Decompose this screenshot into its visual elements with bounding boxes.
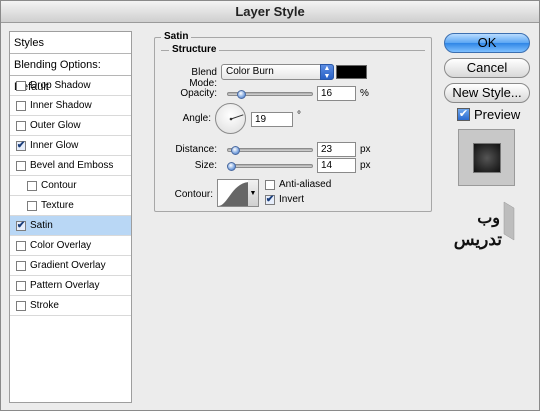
distance-slider-thumb[interactable] — [230, 146, 240, 155]
contour-curve-icon — [218, 182, 248, 206]
preview-swatch — [473, 143, 501, 173]
angle-dial[interactable] — [215, 103, 246, 134]
style-item-checkbox[interactable] — [16, 120, 26, 131]
anti-aliased-option[interactable]: Anti-aliased — [265, 179, 331, 190]
style-item-checkbox[interactable] — [27, 200, 37, 211]
style-item[interactable]: Stroke — [10, 296, 131, 316]
blend-mode-label: Blend Mode: — [189, 67, 217, 89]
distance-field[interactable]: 23 — [317, 142, 356, 157]
new-style-button[interactable]: New Style... — [444, 83, 530, 103]
watermark-logo: وب تدریس — [452, 198, 516, 254]
styles-list: Drop Shadow Inner Shadow Outer Glow ✔ Inner … — [10, 76, 131, 316]
styles-header[interactable]: Styles — [10, 32, 131, 54]
angle-dial-indicator — [229, 114, 244, 121]
style-item-checkbox[interactable] — [16, 260, 26, 271]
style-item-label: Drop Shadow — [30, 79, 91, 91]
style-item-label: Gradient Overlay — [30, 259, 106, 271]
opacity-slider-thumb[interactable] — [236, 90, 246, 99]
style-item[interactable]: ✔ Satin — [10, 216, 131, 236]
size-label: Size: — [194, 160, 217, 171]
preview-option[interactable]: ✔ Preview — [457, 107, 520, 122]
contour-dropdown-arrow[interactable]: ▼ — [248, 179, 259, 207]
opacity-unit: % — [360, 88, 369, 99]
size-slider-track[interactable] — [227, 164, 313, 168]
layer-style-dialog: Layer Style Styles Blending Options: Def… — [0, 0, 540, 411]
blending-options-item[interactable]: Blending Options: Default — [10, 54, 131, 93]
style-preview-thumbnail — [458, 129, 515, 186]
structure-title: Structure — [169, 44, 220, 55]
anti-aliased-label: Anti-aliased — [279, 179, 332, 190]
logo-mark-icon: وب تدریس — [454, 201, 515, 250]
style-item-checkbox[interactable]: ✔ — [16, 140, 26, 151]
angle-unit: ° — [297, 110, 301, 121]
color-swatch[interactable] — [336, 65, 367, 79]
style-item-checkbox[interactable] — [16, 100, 26, 111]
style-item-checkbox[interactable] — [16, 80, 26, 91]
style-item[interactable]: Contour — [10, 176, 131, 196]
style-item-checkbox[interactable] — [16, 300, 26, 311]
updown-arrow-icon: ▲ ▼ — [320, 64, 334, 80]
style-item-label: Inner Shadow — [30, 99, 92, 111]
style-item[interactable]: Texture — [10, 196, 131, 216]
style-item[interactable]: Outer Glow — [10, 116, 131, 136]
opacity-label: Opacity: — [180, 88, 217, 99]
style-item-label: Inner Glow — [30, 139, 79, 151]
size-field[interactable]: 14 — [317, 158, 356, 173]
satin-group-title: Satin — [161, 31, 192, 42]
window-title: Layer Style — [1, 1, 539, 23]
contour-label: Contour: — [174, 189, 213, 200]
style-item-checkbox[interactable] — [16, 160, 26, 171]
distance-slider-track[interactable] — [227, 148, 313, 152]
angle-field[interactable]: 19 — [251, 112, 293, 127]
angle-label: Angle: — [182, 113, 211, 124]
style-item-label: Texture — [41, 199, 74, 211]
style-item[interactable]: Gradient Overlay — [10, 256, 131, 276]
svg-text:وب: وب — [477, 208, 500, 228]
cancel-button[interactable]: Cancel — [444, 58, 530, 78]
style-item-label: Bevel and Emboss — [30, 159, 114, 171]
style-item[interactable]: Pattern Overlay — [10, 276, 131, 296]
style-item[interactable]: Color Overlay — [10, 236, 131, 256]
structure-group: Structure Blend Mode: Color Burn ▲ ▼ Opac… — [161, 44, 425, 207]
style-item-label: Stroke — [30, 299, 59, 311]
invert-label: Invert — [279, 194, 305, 205]
style-item-label: Satin — [30, 219, 53, 231]
style-item-checkbox[interactable] — [27, 180, 37, 191]
style-item-checkbox[interactable] — [16, 240, 26, 251]
preview-label: Preview — [474, 107, 521, 122]
svg-text:تدریس: تدریس — [454, 230, 503, 250]
distance-unit: px — [360, 144, 371, 155]
styles-panel: Styles Blending Options: Default Drop Sh… — [9, 31, 132, 403]
opacity-field[interactable]: 16 — [317, 86, 356, 101]
style-item-label: Color Overlay — [30, 239, 92, 251]
preview-checkbox[interactable]: ✔ — [457, 108, 470, 121]
style-item-label: Outer Glow — [30, 119, 81, 131]
style-item-checkbox[interactable] — [16, 280, 26, 291]
size-unit: px — [360, 160, 371, 171]
anti-aliased-checkbox[interactable] — [265, 179, 275, 190]
distance-label: Distance: — [175, 144, 217, 155]
style-item-label: Contour — [41, 179, 77, 191]
blend-mode-select[interactable]: Color Burn ▲ ▼ — [221, 64, 334, 80]
invert-option[interactable]: ✔ Invert — [265, 194, 304, 205]
style-item[interactable]: ✔ Inner Glow — [10, 136, 131, 156]
size-slider-thumb[interactable] — [227, 162, 237, 171]
contour-preview[interactable] — [217, 179, 249, 207]
blend-mode-value: Color Burn — [226, 66, 274, 77]
style-item-checkbox[interactable]: ✔ — [16, 220, 26, 231]
style-item-label: Pattern Overlay — [30, 279, 100, 291]
invert-checkbox[interactable]: ✔ — [265, 194, 275, 205]
style-item[interactable]: Bevel and Emboss — [10, 156, 131, 176]
ok-button[interactable]: OK — [444, 33, 530, 53]
style-item[interactable]: Inner Shadow — [10, 96, 131, 116]
satin-group: Satin Structure Blend Mode: Color Burn ▲… — [154, 31, 432, 212]
